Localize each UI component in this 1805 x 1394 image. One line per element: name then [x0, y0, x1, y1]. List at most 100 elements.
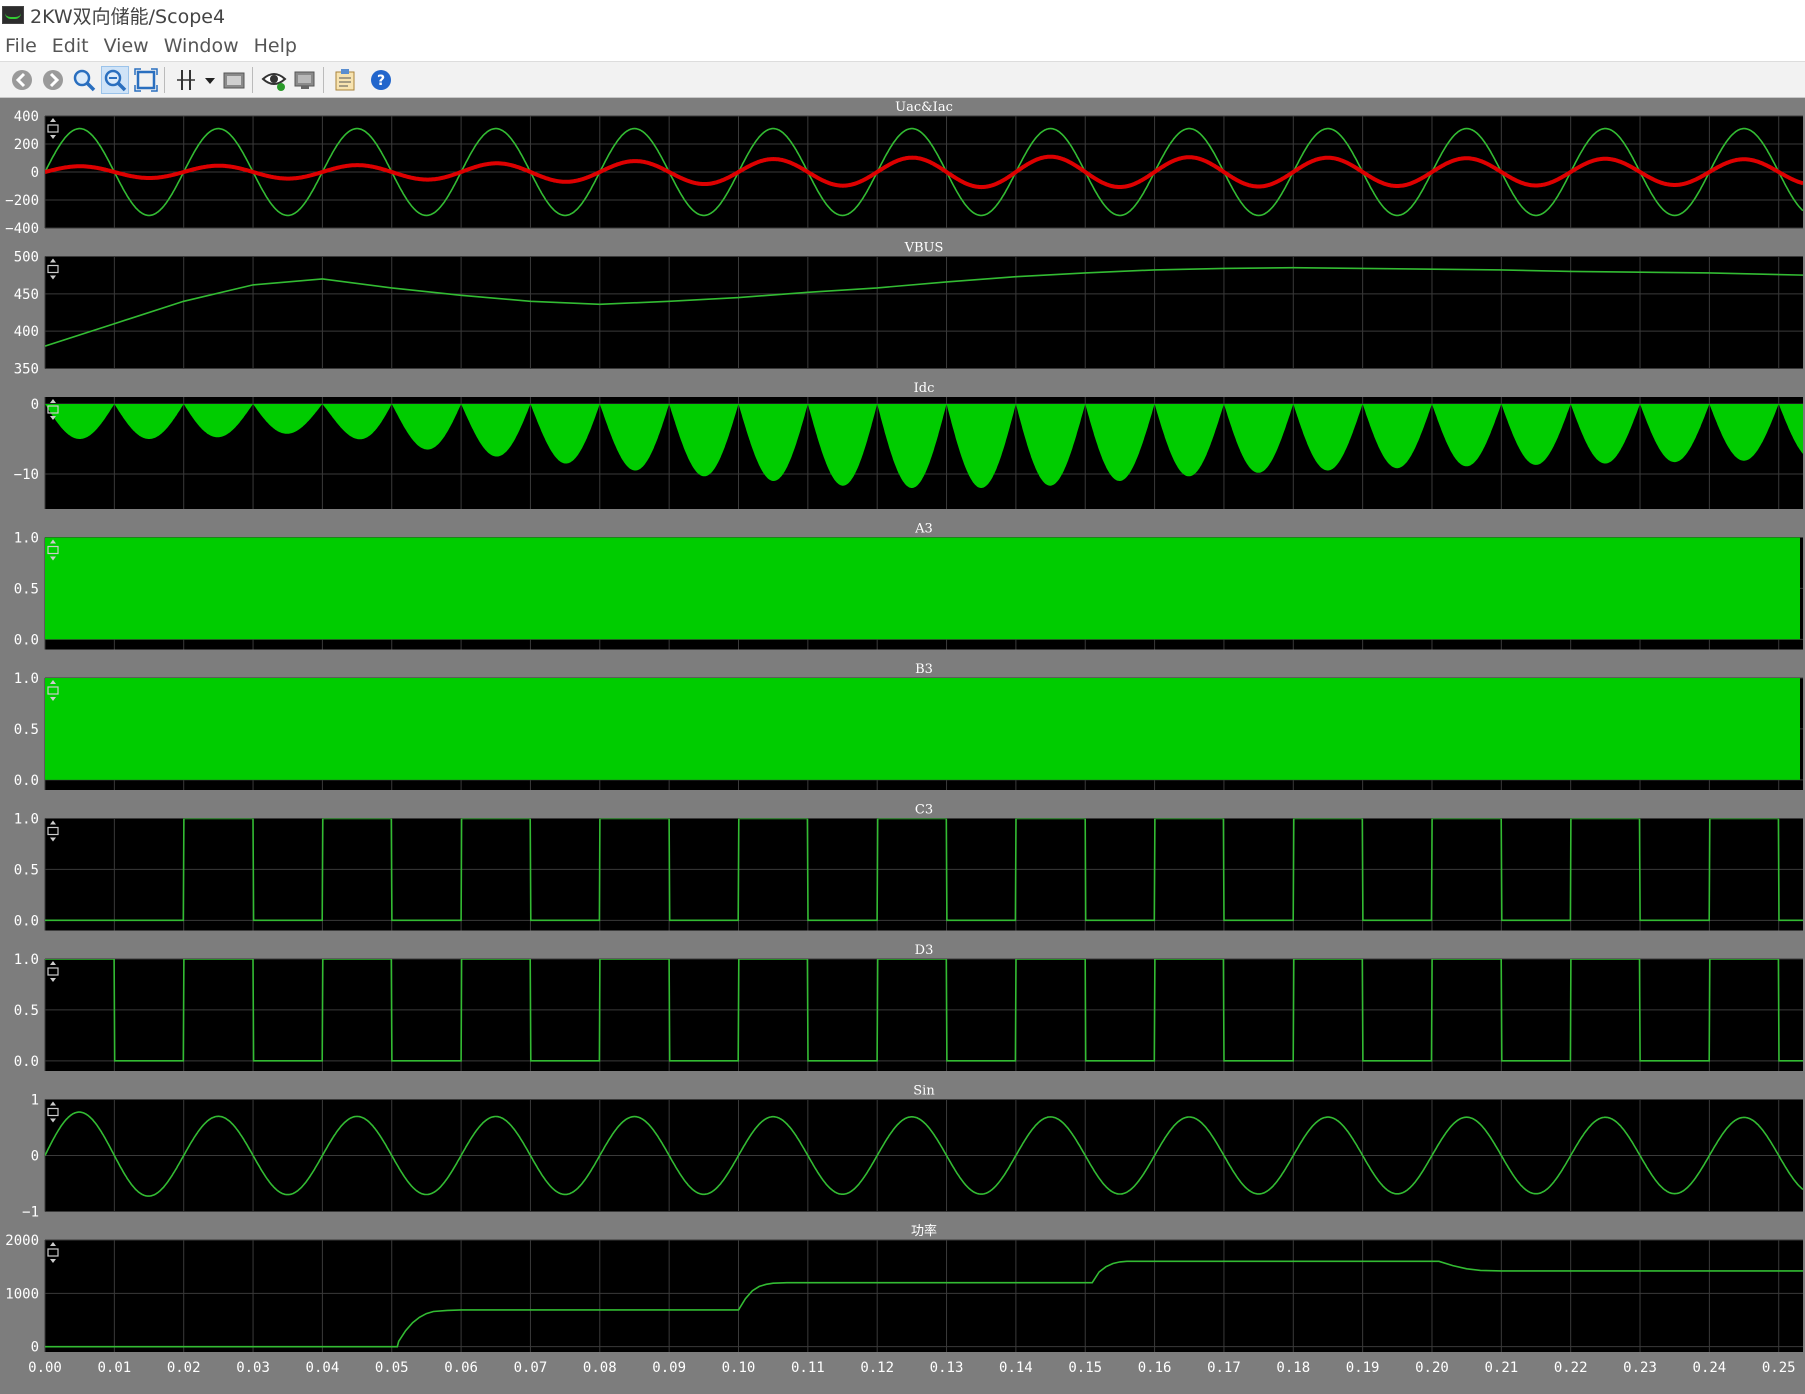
- help-button[interactable]: ?: [367, 66, 395, 94]
- x-tick-label: 0.03: [236, 1360, 270, 1376]
- toolbar-separator: [164, 66, 165, 93]
- y-tick-label: 1.0: [14, 952, 39, 968]
- view-button[interactable]: [260, 66, 288, 94]
- pwm-fill-trace: [45, 678, 1800, 780]
- y-tick-label: 1.0: [14, 812, 39, 828]
- y-tick-label: 0.5: [14, 722, 39, 738]
- x-tick-label: 0.14: [999, 1360, 1033, 1376]
- export-image-icon: [223, 72, 245, 88]
- y-tick-label: 0: [31, 1340, 39, 1356]
- export-image-button[interactable]: [220, 66, 248, 94]
- cursor-icon: [177, 69, 195, 90]
- x-tick-label: 0.25: [1762, 1360, 1796, 1376]
- x-tick-label: 0.24: [1693, 1360, 1727, 1376]
- zoom-icon: [73, 69, 96, 91]
- cursor-dropdown-button[interactable]: [203, 66, 217, 94]
- y-tick-label: 400: [14, 324, 39, 340]
- zoom-box-button[interactable]: [132, 66, 160, 94]
- scope-panel-0: Uac&Iac 400 200 0 −200 −400: [5, 100, 1803, 237]
- y-tick-label: −1: [22, 1205, 39, 1221]
- x-tick-label: 0.23: [1623, 1360, 1657, 1376]
- toolbar: ?: [0, 62, 1805, 98]
- panel-title: D3: [915, 943, 934, 958]
- x-tick-label: 0.15: [1068, 1360, 1102, 1376]
- y-tick-label: 0: [31, 1149, 39, 1165]
- menu-edit[interactable]: Edit: [52, 35, 89, 57]
- y-tick-label: 0.5: [14, 862, 39, 878]
- y-tick-label: −10: [14, 467, 39, 483]
- panel-title: VBUS: [904, 241, 944, 256]
- y-tick-label: 0: [31, 165, 39, 181]
- y-tick-label: 0.5: [14, 581, 39, 597]
- scope-panel-8: 功率 2000 1000 0: [5, 1223, 1803, 1356]
- x-tick-label: 0.07: [514, 1360, 548, 1376]
- y-tick-label: 500: [14, 250, 39, 266]
- x-tick-label: 0.01: [97, 1360, 131, 1376]
- x-tick-label: 0.20: [1415, 1360, 1449, 1376]
- cursor-button[interactable]: [172, 66, 200, 94]
- menu-window[interactable]: Window: [164, 35, 239, 57]
- y-tick-label: 1000: [5, 1286, 39, 1302]
- y-tick-label: 200: [14, 137, 39, 153]
- scope-panel-4: B3 1.0 0.5 0.0: [14, 662, 1803, 790]
- x-tick-label: 0.21: [1484, 1360, 1518, 1376]
- panel-title: C3: [915, 803, 933, 818]
- forward-button[interactable]: [39, 66, 67, 94]
- x-tick-label: 0.05: [375, 1360, 409, 1376]
- x-tick-label: 0.18: [1276, 1360, 1310, 1376]
- y-tick-label: 0.0: [14, 773, 39, 789]
- menu-view[interactable]: View: [104, 35, 149, 57]
- zoom-button[interactable]: [70, 66, 98, 94]
- svg-text:?: ?: [377, 73, 385, 89]
- zoom-x-icon: [104, 69, 127, 91]
- back-button[interactable]: [8, 66, 36, 94]
- toolbar-separator-3: [323, 66, 324, 93]
- x-tick-label: 0.11: [791, 1360, 825, 1376]
- panel-title: Idc: [914, 381, 935, 396]
- display-icon: [294, 71, 315, 89]
- y-tick-label: 1.0: [14, 671, 39, 687]
- help-icon: ?: [371, 69, 391, 90]
- scope-panel-6: D3 1.0 0.5 0.0: [14, 943, 1803, 1071]
- panel-title: Sin: [913, 1084, 935, 1099]
- toolbar-separator-2: [252, 66, 253, 93]
- panel-title: 功率: [911, 1223, 937, 1239]
- title-bar: 2KW双向储能/Scope4: [0, 0, 1805, 30]
- plot-background: [45, 256, 1803, 369]
- y-tick-label: −400: [5, 221, 39, 237]
- x-tick-label: 0.12: [860, 1360, 894, 1376]
- x-tick-label: 0.13: [930, 1360, 964, 1376]
- scope-panel-3: A3 1.0 0.5 0.0: [14, 522, 1803, 650]
- scope-panel-2: Idc 0 −10: [14, 381, 1803, 509]
- menu-help[interactable]: Help: [254, 35, 297, 57]
- plot-background: [45, 818, 1803, 931]
- y-tick-label: −200: [5, 193, 39, 209]
- y-tick-label: 0.5: [14, 1003, 39, 1019]
- panel-title: A3: [914, 522, 933, 537]
- scope-panel-7: Sin 1 0 −1: [22, 1084, 1803, 1221]
- scope-plots: Uac&Iac4002000−200−400VBUS500450400350Id…: [5, 100, 1803, 1376]
- x-tick-label: 0.22: [1554, 1360, 1588, 1376]
- y-tick-label: 350: [14, 362, 39, 378]
- x-tick-label: 0.10: [722, 1360, 756, 1376]
- properties-button[interactable]: [331, 66, 359, 94]
- scope-panel-1: VBUS 500 450 400 350: [14, 241, 1803, 378]
- y-tick-label: 400: [14, 109, 39, 125]
- plot-background: [45, 959, 1803, 1071]
- x-tick-label: 0.19: [1346, 1360, 1380, 1376]
- dropdown-icon: [205, 77, 215, 84]
- y-tick-label: 1.0: [14, 531, 39, 547]
- menu-file[interactable]: File: [5, 35, 37, 57]
- zoom-x-button[interactable]: [101, 65, 129, 94]
- display-button[interactable]: [291, 66, 319, 94]
- x-tick-label: 0.06: [444, 1360, 478, 1376]
- y-tick-label: 0.0: [14, 1054, 39, 1070]
- scope-panel-5: C3 1.0 0.5 0.0: [14, 803, 1803, 931]
- y-tick-label: 0.0: [14, 632, 39, 648]
- zoom-box-icon: [134, 67, 158, 92]
- x-tick-label: 0.09: [652, 1360, 686, 1376]
- x-tick-label: 0.17: [1207, 1360, 1241, 1376]
- y-tick-label: 2000: [5, 1233, 39, 1249]
- menu-bar: File Edit View Window Help: [0, 32, 1805, 60]
- panel-title: Uac&Iac: [895, 100, 953, 115]
